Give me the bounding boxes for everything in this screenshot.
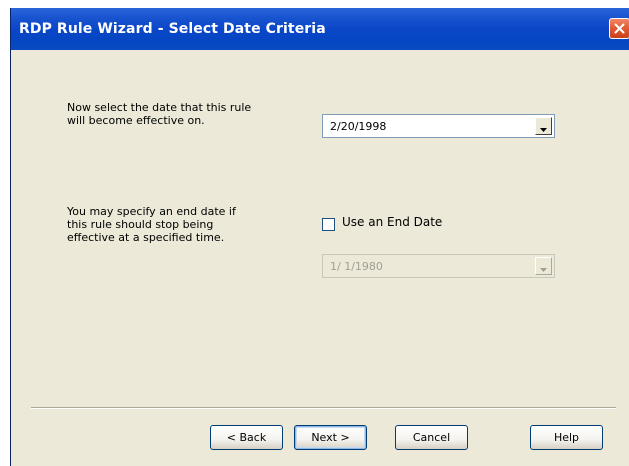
- use-end-date-checkbox[interactable]: [322, 218, 335, 231]
- help-button[interactable]: Help: [530, 425, 603, 450]
- effective-date-prompt-line2: will become effective on.: [67, 114, 205, 127]
- end-date-prompt-line3: effective at a specified time.: [67, 231, 225, 244]
- back-button[interactable]: < Back: [210, 425, 283, 450]
- end-date-prompt-line1: You may specify an end date if: [67, 205, 236, 218]
- effective-date-dropdown-button[interactable]: [535, 117, 552, 135]
- wizard-window: RDP Rule Wizard - Select Date Criteria N…: [10, 8, 629, 466]
- effective-date-value: 2/20/1998: [330, 120, 387, 133]
- close-icon: [614, 23, 625, 34]
- end-date-dropdown-button[interactable]: [535, 257, 552, 275]
- end-date-prompt-line2: this rule should stop being: [67, 218, 214, 231]
- effective-date-dropdown[interactable]: 2/20/1998: [322, 114, 555, 138]
- use-end-date-label[interactable]: Use an End Date: [342, 216, 442, 229]
- cancel-button[interactable]: Cancel: [395, 425, 468, 450]
- title-bar[interactable]: RDP Rule Wizard - Select Date Criteria: [11, 8, 629, 50]
- window-title: RDP Rule Wizard - Select Date Criteria: [19, 21, 326, 37]
- chevron-down-icon: [540, 257, 547, 276]
- effective-date-prompt-line1: Now select the date that this rule: [67, 101, 252, 114]
- end-date-value: 1/ 1/1980: [330, 260, 383, 273]
- end-date-dropdown[interactable]: 1/ 1/1980: [322, 254, 555, 278]
- chevron-down-icon: [540, 117, 547, 136]
- close-button[interactable]: [609, 18, 629, 39]
- next-button[interactable]: Next >: [294, 425, 367, 450]
- button-separator: [31, 407, 616, 409]
